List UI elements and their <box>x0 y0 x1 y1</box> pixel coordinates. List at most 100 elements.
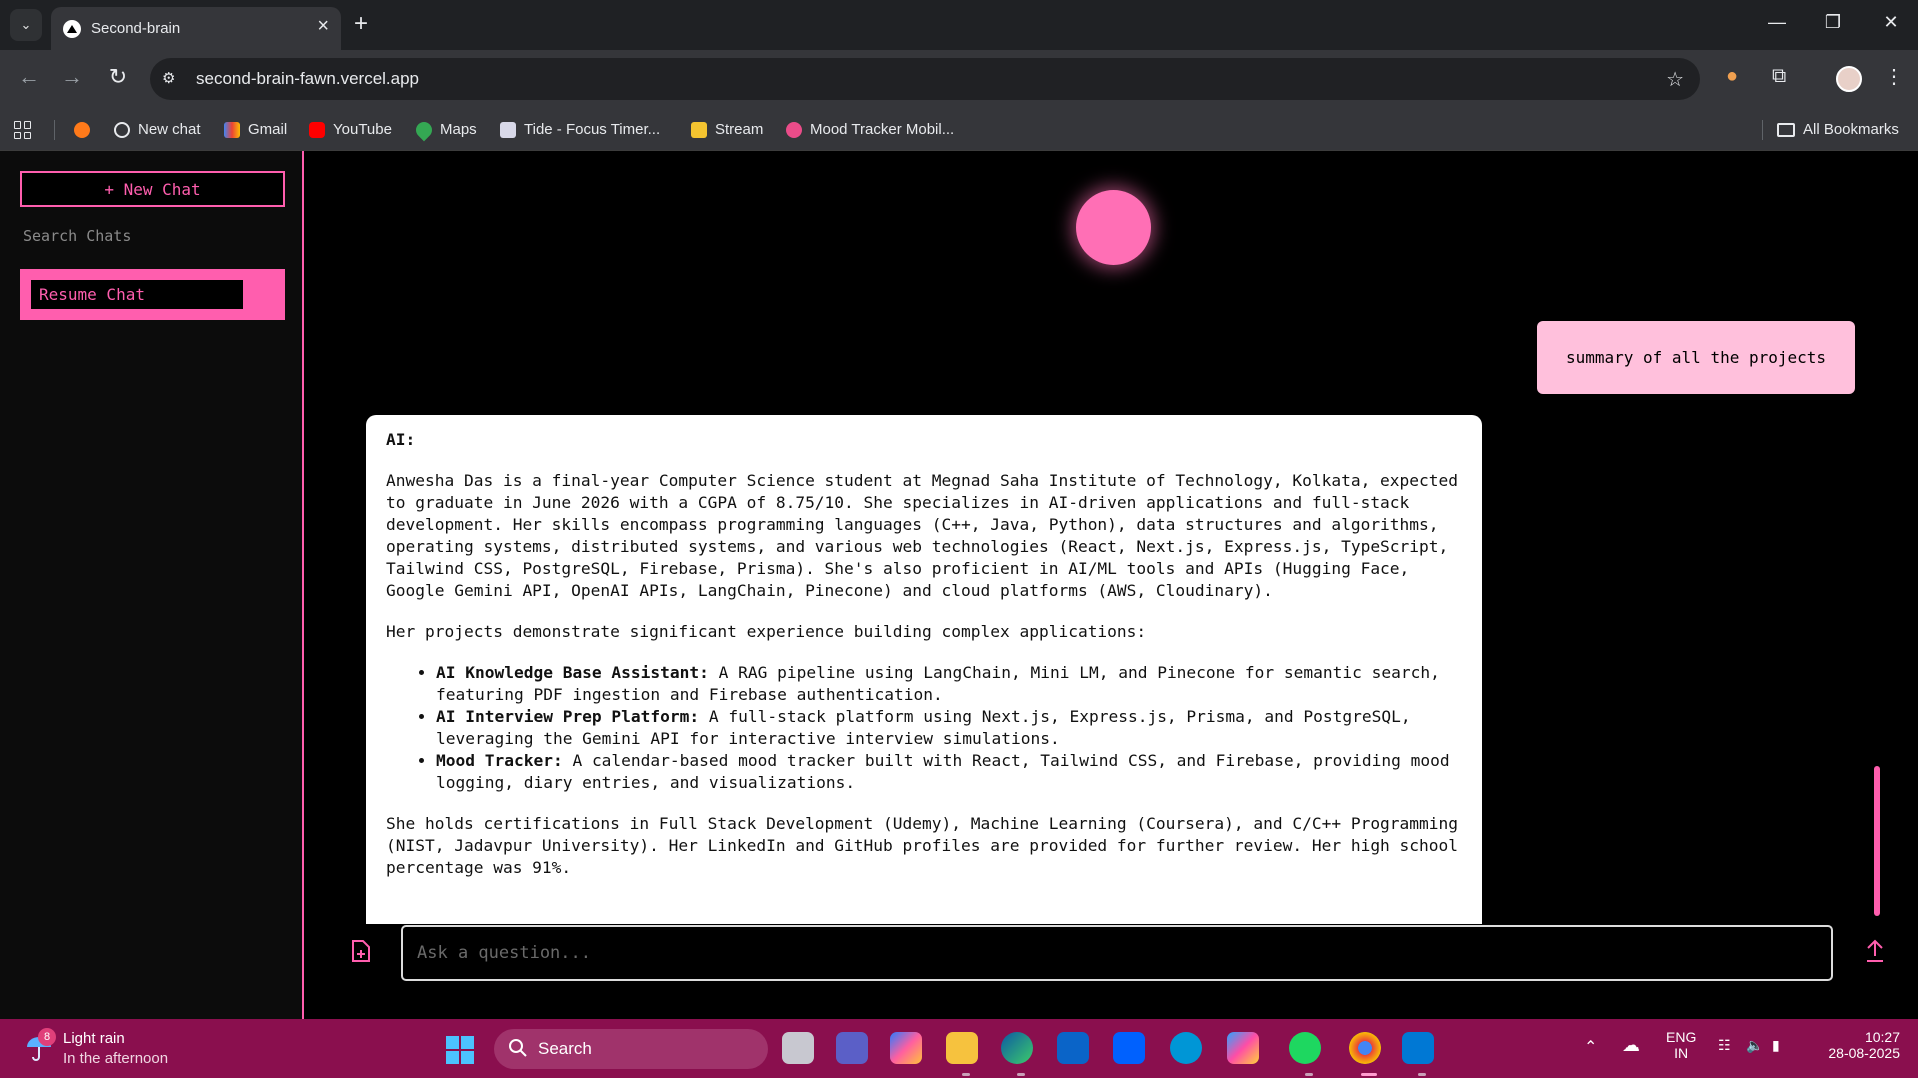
reload-icon[interactable]: ↻ <box>103 64 133 90</box>
glowing-orb <box>1076 190 1151 265</box>
user-message-bubble: summary of all the projects <box>1537 321 1855 394</box>
chat-list-item[interactable]: Resume Chat <box>20 269 285 320</box>
stream-icon <box>691 121 707 138</box>
bookmark-label: Stream <box>715 121 764 138</box>
battery-icon[interactable]: ▮ <box>1772 1037 1780 1054</box>
outlook-icon[interactable] <box>1057 1032 1089 1064</box>
folder-icon <box>1777 122 1795 137</box>
clock[interactable]: 10:27 28-08-2025 <box>1816 1029 1900 1061</box>
url-text[interactable]: second-brain-fawn.vercel.app <box>196 69 419 89</box>
minimize-icon[interactable]: — <box>1762 12 1792 33</box>
forward-arrow-icon[interactable]: → <box>57 64 87 90</box>
chrome-icon[interactable] <box>1349 1032 1381 1064</box>
running-indicator <box>962 1073 970 1076</box>
volume-icon[interactable]: 🔈 <box>1746 1037 1763 1054</box>
edge-icon[interactable] <box>1001 1032 1033 1064</box>
browser-toolbar: ← → ↻ ⚙ second-brain-fawn.vercel.app ☆ ●… <box>0 50 1918 108</box>
dribbble-icon <box>786 121 802 138</box>
chat-sidebar: + New Chat Search Chats Resume Chat <box>0 151 304 1019</box>
back-arrow-icon[interactable]: ← <box>14 64 44 90</box>
running-indicator <box>1305 1073 1313 1076</box>
profile-avatar[interactable] <box>1836 66 1862 92</box>
bookmark-label: Maps <box>440 121 477 138</box>
bookmark-stream[interactable]: Stream <box>691 108 763 151</box>
running-indicator <box>1017 1073 1025 1076</box>
teams-icon[interactable] <box>836 1032 868 1064</box>
bookmark-new-chat[interactable]: New chat <box>114 108 201 151</box>
search-chats-label[interactable]: Search Chats <box>23 227 131 245</box>
project-item: Mood Tracker: A calendar-based mood trac… <box>436 750 1462 794</box>
bookmark-label: Gmail <box>248 121 288 138</box>
maps-icon <box>412 118 436 141</box>
site-info-icon[interactable]: ⚙ <box>162 69 175 87</box>
attach-file-icon[interactable] <box>349 938 373 964</box>
ai-label: AI: <box>386 430 416 449</box>
project-title: AI Knowledge Base Assistant: <box>436 663 709 682</box>
kebab-menu-icon[interactable]: ⋮ <box>1884 64 1904 89</box>
hp-icon[interactable] <box>1170 1032 1202 1064</box>
wifi-icon[interactable]: ☷ <box>1718 1037 1731 1054</box>
bookmark-youtube[interactable]: YouTube <box>309 108 392 151</box>
onedrive-cloud-icon[interactable]: ☁ <box>1622 1035 1640 1056</box>
weather-title[interactable]: Light rain <box>63 1030 125 1047</box>
time-text: 10:27 <box>1864 1029 1900 1045</box>
divider <box>54 120 55 140</box>
close-icon[interactable]: × <box>317 16 329 36</box>
chat-main: summary of all the projects AI: Anwesha … <box>306 151 1918 1019</box>
apps-grid-icon[interactable] <box>14 121 32 139</box>
all-bookmarks-label: All Bookmarks <box>1803 121 1899 138</box>
dropbox-icon[interactable] <box>1113 1032 1145 1064</box>
vercel-icon <box>63 20 81 38</box>
windows-start-icon[interactable] <box>446 1036 474 1064</box>
date-text: 28-08-2025 <box>1828 1045 1900 1061</box>
copilot-icon[interactable] <box>890 1032 922 1064</box>
openai-icon <box>114 121 130 138</box>
puzzle-extensions-icon[interactable]: ⧉ <box>1772 65 1786 88</box>
m365-icon[interactable] <box>1227 1032 1259 1064</box>
spotify-icon[interactable] <box>1289 1032 1321 1064</box>
bookmark-label: YouTube <box>333 121 392 138</box>
gmail-icon <box>224 121 240 138</box>
browser-tab[interactable]: Second-brain × <box>51 7 341 50</box>
bookmark-label: Tide - Focus Timer... <box>524 121 661 138</box>
project-item: AI Knowledge Base Assistant: A RAG pipel… <box>436 662 1462 706</box>
extension-icon[interactable]: ● <box>1726 65 1738 88</box>
all-bookmarks[interactable]: All Bookmarks <box>1777 108 1899 151</box>
ai-paragraph: She holds certifications in Full Stack D… <box>386 814 1459 877</box>
project-title: AI Interview Prep Platform: <box>436 707 700 726</box>
restore-icon[interactable]: ❐ <box>1818 12 1848 33</box>
tab-title: Second-brain <box>91 20 181 37</box>
bookmark-firefox[interactable] <box>74 108 90 151</box>
upload-send-icon[interactable] <box>1863 938 1887 964</box>
tab-search-chevron-icon[interactable]: ⌄ <box>10 9 42 41</box>
task-view-icon[interactable] <box>782 1032 814 1064</box>
new-tab-plus-icon[interactable]: + <box>354 12 368 36</box>
region-code: IN <box>1674 1045 1689 1061</box>
project-item: AI Interview Prep Platform: A full-stack… <box>436 706 1462 750</box>
bookmark-maps[interactable]: Maps <box>412 108 477 151</box>
vscode-icon[interactable] <box>1402 1032 1434 1064</box>
chat-item-label[interactable]: Resume Chat <box>31 280 243 309</box>
scrollbar-thumb[interactable] <box>1874 766 1880 916</box>
file-explorer-icon[interactable] <box>946 1032 978 1064</box>
weather-subtitle: In the afternoon <box>63 1050 169 1067</box>
language-indicator[interactable]: ENG IN <box>1666 1029 1696 1061</box>
ai-paragraph: Her projects demonstrate significant exp… <box>386 622 1147 641</box>
bookmark-label: Mood Tracker Mobil... <box>810 121 955 138</box>
ai-message-card: AI: Anwesha Das is a final-year Computer… <box>366 415 1482 924</box>
ask-question-input[interactable] <box>401 925 1833 981</box>
running-indicator <box>1418 1073 1426 1076</box>
chevron-up-icon[interactable]: ⌃ <box>1584 1037 1597 1057</box>
bookmark-label: New chat <box>138 121 201 138</box>
window-close-icon[interactable]: ✕ <box>1876 12 1906 33</box>
windows-taskbar: 8 Light rain In the afternoon Search ⌃ ☁… <box>0 1019 1918 1078</box>
taskbar-search[interactable]: Search <box>494 1029 768 1069</box>
bookmark-tide[interactable]: Tide - Focus Timer... <box>500 108 660 151</box>
ai-paragraph: Anwesha Das is a final-year Computer Sci… <box>386 471 1459 600</box>
fire-icon <box>74 121 90 138</box>
new-chat-button[interactable]: + New Chat <box>20 171 285 207</box>
bookmark-gmail[interactable]: Gmail <box>224 108 287 151</box>
bookmark-mood-tracker[interactable]: Mood Tracker Mobil... <box>786 108 954 151</box>
address-bar[interactable]: ⚙ second-brain-fawn.vercel.app ☆ <box>150 58 1700 100</box>
bookmark-star-icon[interactable]: ☆ <box>1666 67 1684 92</box>
